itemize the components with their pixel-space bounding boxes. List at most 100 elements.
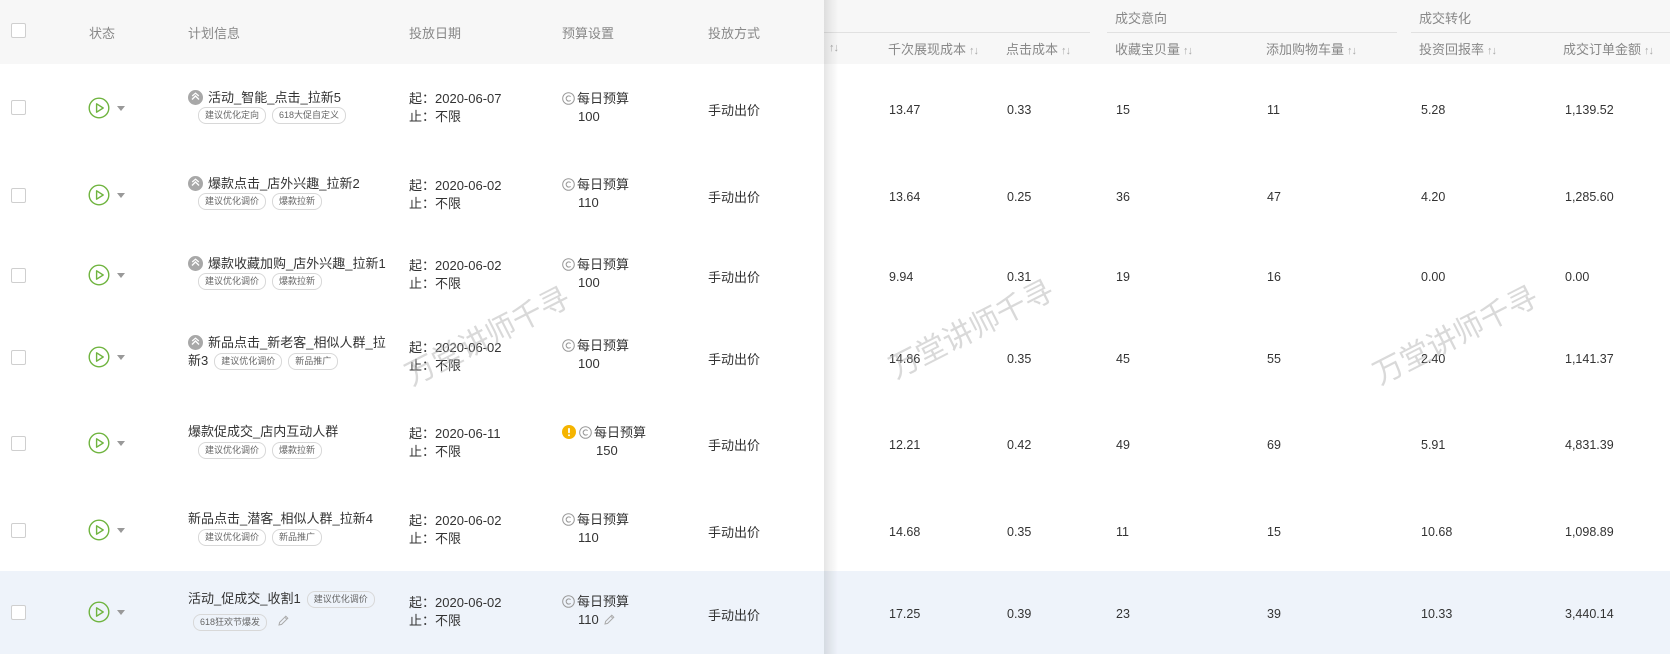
budget-setting[interactable]: 每日预算 100 xyxy=(562,256,629,292)
cell-cart-count: 47 xyxy=(1267,190,1281,204)
status-toggle[interactable] xyxy=(88,346,132,368)
plan-name-link[interactable]: 爆款点击_店外兴趣_拉新2 xyxy=(188,173,360,192)
row-fixed-columns: 爆款促成交_店内互动人群 建议优化调价 爆款拉新 起：2020-06-11 止：不… xyxy=(0,398,824,490)
cell-cpc: 0.35 xyxy=(1007,352,1032,366)
smart-plan-icon xyxy=(188,90,203,105)
pencil-icon[interactable] xyxy=(603,613,616,626)
start-date: 起：2020-06-02 xyxy=(409,595,502,610)
select-all-checkbox[interactable] xyxy=(11,23,26,38)
campaign-table: 状态 计划信息 投放日期 预算设置 投放方式 成交意向 成交转化 ↑↓ 千次展现… xyxy=(0,0,1670,654)
header-col-cart-count[interactable]: 添加购物车量 ↑↓ xyxy=(1266,39,1357,58)
budget-setting[interactable]: 每日预算 110 xyxy=(562,511,629,547)
status-toggle[interactable] xyxy=(88,184,132,206)
end-date: 止：不限 xyxy=(409,358,462,373)
play-icon xyxy=(88,601,110,623)
cell-cpc: 0.33 xyxy=(1007,103,1032,117)
status-toggle[interactable] xyxy=(88,432,132,454)
plan-tag[interactable]: 618狂欢节爆发 xyxy=(193,614,268,631)
budget-setting[interactable]: 每日预算 150 xyxy=(562,424,646,460)
table-row: 12.21 0.42 49 69 5.91 4,831.39 爆款促成交_店内互… xyxy=(0,398,1670,491)
status-toggle[interactable] xyxy=(88,97,132,119)
budget-amount: 110 xyxy=(578,530,599,545)
row-checkbox[interactable] xyxy=(11,188,26,203)
plan-tag[interactable]: 618大促自定义 xyxy=(272,107,347,124)
plan-tags: 建议优化定向 618大促自定义 xyxy=(198,106,352,124)
row-checkbox[interactable] xyxy=(11,268,26,283)
plan-name-link[interactable]: 新品点击_潜客_相似人群_拉新4 xyxy=(188,508,373,527)
coin-icon xyxy=(562,595,575,608)
plan-name-link[interactable]: 活动_智能_点击_拉新5 xyxy=(188,87,341,106)
header-group-intent: 成交意向 xyxy=(1115,11,1168,26)
cell-cpc: 0.39 xyxy=(1007,607,1032,621)
cell-fav-count: 11 xyxy=(1116,525,1129,539)
header-budget: 预算设置 xyxy=(562,26,615,41)
budget-amount: 100 xyxy=(578,275,600,290)
plan-name-link[interactable]: 活动_促成交_收割1 建议优化调价 xyxy=(188,588,381,608)
cell-cpm: 13.47 xyxy=(889,103,921,117)
row-checkbox[interactable] xyxy=(11,605,26,620)
table-header: 状态 计划信息 投放日期 预算设置 投放方式 成交意向 成交转化 ↑↓ 千次展现… xyxy=(0,0,1670,64)
caret-down-icon xyxy=(117,610,125,615)
status-toggle[interactable] xyxy=(88,519,132,541)
header-col-cpm[interactable]: 千次展现成本 ↑↓ xyxy=(888,39,979,58)
bid-method: 手动出价 xyxy=(708,608,761,623)
cell-cpc: 0.25 xyxy=(1007,190,1032,204)
sort-icon: ↑↓ xyxy=(969,45,979,57)
sort-icon: ↑↓ xyxy=(1347,45,1357,57)
plan-tag[interactable]: 新品推广 xyxy=(288,353,339,370)
table-row: 14.68 0.35 11 15 10.68 1,098.89 新品点击_潜客_… xyxy=(0,490,1670,572)
plan-tag[interactable]: 爆款拉新 xyxy=(272,442,323,459)
header-col-gmv[interactable]: 成交订单金额 ↑↓ xyxy=(1563,39,1654,58)
row-checkbox[interactable] xyxy=(11,350,26,365)
sort-icon: ↑↓ xyxy=(1487,45,1497,57)
date-range: 起：2020-06-02 止：不限 xyxy=(409,512,502,548)
plan-tag[interactable]: 建议优化调价 xyxy=(198,193,267,210)
header-col-truncated[interactable]: ↑↓ xyxy=(826,39,839,54)
header-bid-method: 投放方式 xyxy=(708,26,761,41)
start-date: 起：2020-06-02 xyxy=(409,258,502,273)
cell-fav-count: 23 xyxy=(1116,607,1130,621)
coin-icon xyxy=(562,178,575,191)
header-col-roi[interactable]: 投资回报率 ↑↓ xyxy=(1419,39,1497,58)
date-range: 起：2020-06-07 止：不限 xyxy=(409,90,502,126)
budget-setting[interactable]: 每日预算 110 xyxy=(562,593,629,629)
budget-setting[interactable]: 每日预算 110 xyxy=(562,176,629,212)
cell-gmv: 1,141.37 xyxy=(1565,352,1614,366)
plan-tag[interactable]: 建议优化调价 xyxy=(198,273,267,290)
header-col-fav-count[interactable]: 收藏宝贝量 ↑↓ xyxy=(1115,39,1193,58)
pencil-icon[interactable] xyxy=(277,614,290,627)
plan-name-link[interactable]: 爆款收藏加购_店外兴趣_拉新1 xyxy=(188,253,386,272)
budget-setting[interactable]: 每日预算 100 xyxy=(562,90,629,126)
plan-tag[interactable]: 爆款拉新 xyxy=(272,273,323,290)
cell-cart-count: 15 xyxy=(1267,525,1281,539)
row-checkbox[interactable] xyxy=(11,100,26,115)
coin-icon xyxy=(562,258,575,271)
status-toggle[interactable] xyxy=(88,264,132,286)
end-date: 止：不限 xyxy=(409,613,462,628)
cell-cpm: 9.94 xyxy=(889,270,914,284)
plan-tag[interactable]: 建议优化调价 xyxy=(198,442,267,459)
row-checkbox[interactable] xyxy=(11,523,26,538)
plan-tags: 618狂欢节爆发 xyxy=(193,613,290,631)
bid-method: 手动出价 xyxy=(708,352,761,367)
plan-tag[interactable]: 建议优化调价 xyxy=(306,591,375,608)
row-checkbox[interactable] xyxy=(11,436,26,451)
plan-tag[interactable]: 新品推广 xyxy=(272,529,323,546)
cell-gmv: 1,285.60 xyxy=(1565,190,1614,204)
plan-tag[interactable]: 爆款拉新 xyxy=(272,193,323,210)
status-toggle[interactable] xyxy=(88,601,132,623)
plan-tag[interactable]: 建议优化定向 xyxy=(198,107,267,124)
cell-roi: 10.33 xyxy=(1421,607,1453,621)
budget-setting[interactable]: 每日预算 100 xyxy=(562,337,629,373)
cell-roi: 2.40 xyxy=(1421,352,1446,366)
plan-tag[interactable]: 建议优化调价 xyxy=(198,529,267,546)
warning-icon[interactable] xyxy=(562,425,576,439)
header-col-cpc[interactable]: 点击成本 ↑↓ xyxy=(1006,39,1071,58)
cell-roi: 4.20 xyxy=(1421,190,1446,204)
plan-tags: 建议优化调价 爆款拉新 xyxy=(198,192,328,210)
cell-gmv: 1,098.89 xyxy=(1565,525,1614,539)
plan-tag[interactable]: 建议优化调价 xyxy=(214,353,283,370)
cell-cart-count: 69 xyxy=(1267,438,1281,452)
plan-name-link[interactable]: 爆款促成交_店内互动人群 xyxy=(188,421,338,440)
plan-name-link[interactable]: 新品点击_新老客_相似人群_拉新3 建议优化调价 新品推广 xyxy=(188,334,398,370)
